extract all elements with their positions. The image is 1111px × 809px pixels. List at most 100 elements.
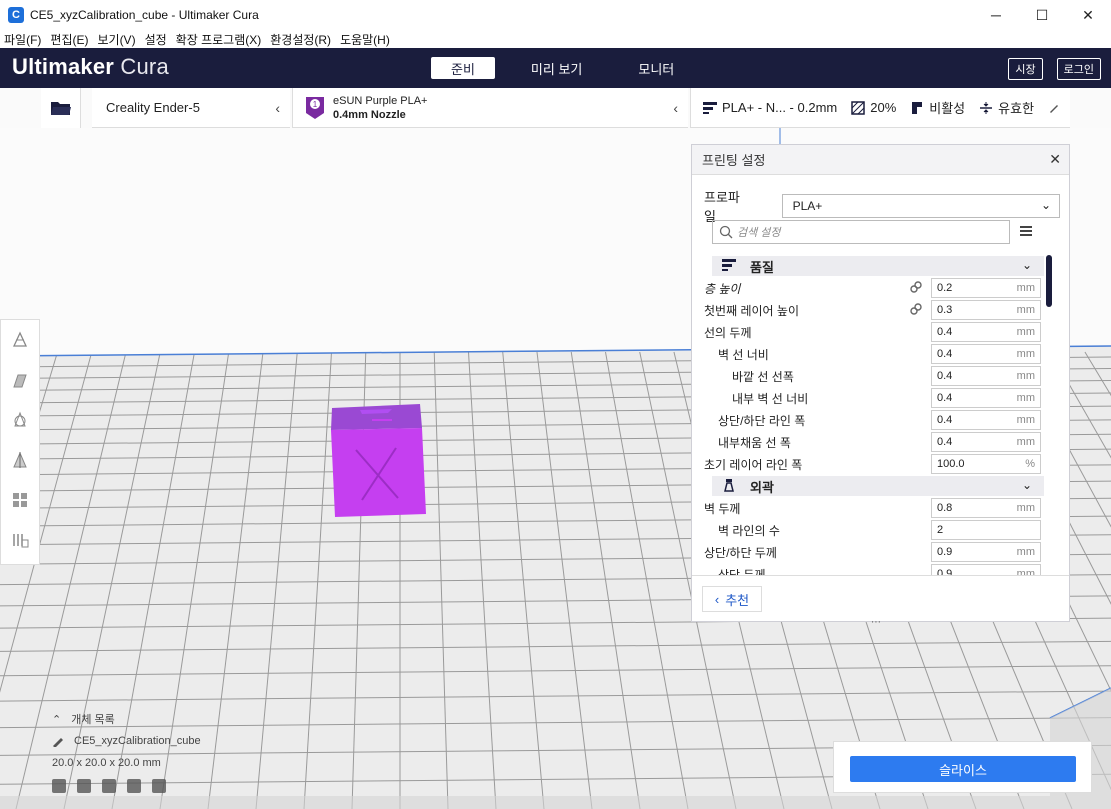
setting-value-input[interactable]: 0.8 mm (931, 498, 1041, 518)
setting-value-input[interactable]: 100.0% (931, 454, 1041, 474)
setting-value-input[interactable]: 0.4 mm (931, 344, 1041, 364)
scale-tool-icon[interactable] (1, 360, 39, 400)
close-icon[interactable]: ✕ (1049, 151, 1061, 168)
tab-monitor[interactable]: 모니터 (618, 57, 694, 79)
setting-value-input[interactable]: 0.4 mm (931, 366, 1041, 386)
settings-visibility-menu-icon[interactable] (1020, 225, 1032, 240)
setting-unit: mm (1016, 282, 1035, 294)
menu-view[interactable]: 보기(V) (97, 31, 135, 48)
rotate-tool-icon[interactable] (1, 400, 39, 440)
setting-row: 층 높이 0.2 mm (704, 277, 1044, 299)
setting-value-input[interactable]: 0.9 mm (931, 542, 1041, 562)
chevron-down-icon: ⌄ (1021, 258, 1032, 272)
object-name: CE5_xyzCalibration_cube (74, 735, 201, 747)
setting-row: 첫번째 레이어 높이 0.3 mm (704, 299, 1044, 321)
object-list-toggle[interactable]: ⌃ 개체 목록 (52, 708, 201, 730)
printer-selector[interactable]: Creality Ender-5 ‹ (92, 88, 290, 128)
slice-button[interactable]: 슬라이스 (850, 756, 1076, 782)
settings-scrollbar[interactable] (1046, 255, 1052, 307)
linked-setting-icon[interactable] (910, 281, 922, 296)
setting-row: 내부 벽 선 너비 0.4 mm (704, 387, 1044, 409)
setting-row: 상단/하단 두께 0.9 mm (704, 541, 1044, 563)
setting-value-input[interactable]: 0.4 mm (931, 322, 1041, 342)
settings-list: 품질 ⌄ 층 높이 0.2 mm 첫번째 레이어 높이 0.3 mm 선의 두께 0.4 mm 벽… (704, 255, 1044, 575)
print-settings-selector[interactable]: PLA+ - N... - 0.2mm 20% 비활성 유효한 (690, 88, 1070, 128)
support-blocker-icon[interactable] (1, 520, 39, 560)
setting-unit: mm (1016, 370, 1035, 382)
view-3d-icon[interactable] (52, 779, 66, 793)
panel-resize-grip[interactable]: ⋯ (871, 617, 882, 628)
marketplace-button[interactable]: 시장 (1008, 58, 1043, 80)
setting-value-input[interactable]: 0.9 mm (931, 564, 1041, 575)
material-badge-icon: 1 (305, 96, 325, 120)
setting-value-input[interactable]: 0.4 mm (931, 432, 1041, 452)
open-file-button[interactable] (41, 88, 81, 128)
close-window-button[interactable]: ✕ (1065, 0, 1111, 30)
search-icon (719, 225, 733, 239)
print-settings-panel: 프린팅 설정 ✕ 프로파일 PLA+ ⌄ 검색 설정 품질 ⌄ 층 높이 0.2 m… (691, 144, 1070, 622)
model-calibration-cube[interactable] (331, 404, 426, 517)
setting-row: 초기 레이어 라인 폭 100.0% (704, 453, 1044, 475)
object-list: ⌃ 개체 목록 CE5_xyzCalibration_cube 20.0 x 2… (52, 708, 201, 774)
setting-unit: mm (1016, 502, 1035, 514)
material-selector[interactable]: 1 eSUN Purple PLA+ 0.4mm Nozzle ‹ (292, 88, 688, 128)
view-left-icon[interactable] (127, 779, 141, 793)
material-name: eSUN Purple PLA+ (333, 94, 428, 107)
quality-icon (722, 258, 736, 274)
setting-value-input[interactable]: 2 (931, 520, 1041, 540)
setting-unit: mm (1016, 304, 1035, 316)
edit-pencil-icon[interactable] (52, 735, 64, 747)
edit-pencil-icon[interactable] (1048, 102, 1060, 114)
panel-title: 프린팅 설정 (702, 153, 766, 168)
infill-icon (851, 100, 865, 115)
setting-value-input[interactable]: 0.3 mm (931, 300, 1041, 320)
setting-unit: mm (1016, 414, 1035, 426)
tab-preview[interactable]: 미리 보기 (511, 57, 602, 79)
setting-unit: mm (1016, 326, 1035, 338)
view-right-icon[interactable] (152, 779, 166, 793)
profile-dropdown[interactable]: PLA+ ⌄ (781, 194, 1060, 218)
setting-value-input[interactable]: 0.2 mm (931, 278, 1041, 298)
window-title: CE5_xyzCalibration_cube - Ultimaker Cura (30, 8, 259, 22)
search-placeholder: 검색 설정 (737, 227, 781, 239)
menu-file[interactable]: 파일(F) (4, 31, 41, 48)
recommended-button[interactable]: ‹ 추천 (702, 586, 762, 612)
per-model-settings-icon[interactable] (1, 480, 39, 520)
menu-preferences[interactable]: 환경설정(R) (270, 31, 331, 48)
setting-row: 벽 선 너비 0.4 mm (704, 343, 1044, 365)
settings-search-input[interactable]: 검색 설정 (712, 220, 1010, 244)
stage-tabs: 준비 미리 보기 모니터 (431, 57, 710, 79)
setting-unit: mm (1016, 436, 1035, 448)
setting-row: 바깥 선 선폭 0.4 mm (704, 365, 1044, 387)
move-tool-icon[interactable] (1, 320, 39, 360)
view-top-icon[interactable] (102, 779, 116, 793)
linked-setting-icon[interactable] (910, 303, 922, 318)
app-header: Ultimaker Cura 준비 미리 보기 모니터 시장 로그인 (0, 48, 1111, 88)
minimize-button[interactable]: ─ (973, 0, 1019, 30)
infill-value: 20% (870, 100, 897, 115)
setting-value-input[interactable]: 0.4 mm (931, 388, 1041, 408)
menu-extensions[interactable]: 확장 프로그램(X) (176, 31, 262, 48)
profile-summary: PLA+ - N... - 0.2mm (722, 100, 838, 115)
menu-edit[interactable]: 편집(E) (50, 31, 88, 48)
setting-unit: mm (1016, 348, 1035, 360)
setting-unit: mm (1016, 546, 1035, 558)
setting-value-input[interactable]: 0.4 mm (931, 410, 1041, 430)
setting-unit: mm (1016, 392, 1035, 404)
cura-app-icon: C (8, 7, 24, 23)
chevron-left-icon: ‹ (714, 591, 720, 607)
category-shell[interactable]: 외곽 ⌄ (712, 476, 1044, 496)
maximize-button[interactable]: ☐ (1019, 0, 1065, 30)
mirror-tool-icon[interactable] (1, 440, 39, 480)
login-button[interactable]: 로그인 (1056, 58, 1101, 80)
tab-prepare[interactable]: 준비 (431, 57, 495, 79)
category-quality[interactable]: 품질 ⌄ (712, 256, 1044, 276)
menu-help[interactable]: 도움말(H) (340, 31, 390, 48)
menu-settings[interactable]: 설정 (145, 31, 167, 48)
setting-row: 벽 두께 0.8 mm (704, 497, 1044, 519)
support-value: 비활성 (929, 101, 966, 116)
support-icon (912, 101, 923, 114)
view-front-icon[interactable] (77, 779, 91, 793)
menu-bar: 파일(F) 편집(E) 보기(V) 설정 확장 프로그램(X) 환경설정(R) … (0, 30, 1111, 48)
ultimaker-cura-logo: Ultimaker Cura (12, 54, 169, 79)
